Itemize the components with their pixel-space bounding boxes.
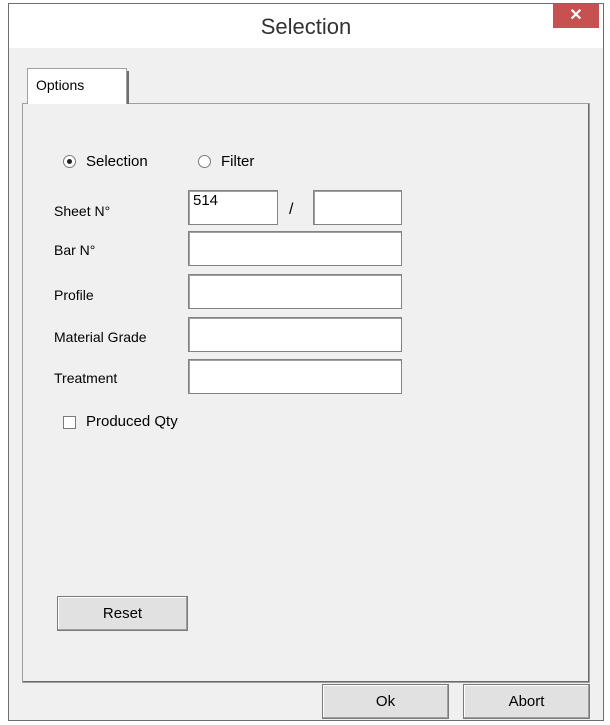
sheet-number-field[interactable]: 514 bbox=[188, 190, 278, 225]
filter-radio[interactable] bbox=[198, 155, 211, 168]
profile-field[interactable] bbox=[188, 274, 402, 309]
produced-qty-checkbox[interactable] bbox=[63, 416, 76, 429]
bar-number-label: Bar N° bbox=[54, 242, 96, 258]
sheet-number-label: Sheet N° bbox=[54, 203, 111, 219]
treatment-label: Treatment bbox=[54, 370, 118, 386]
options-panel: Selection Filter Sheet N° 514 / Bar N° P… bbox=[22, 103, 590, 683]
abort-button[interactable]: Abort bbox=[463, 684, 590, 719]
material-grade-field[interactable] bbox=[188, 317, 402, 352]
tab-options[interactable]: Options bbox=[27, 68, 129, 104]
profile-label: Profile bbox=[54, 287, 94, 303]
reset-button[interactable]: Reset bbox=[57, 596, 188, 631]
selection-radio[interactable] bbox=[63, 155, 76, 168]
selection-dialog: Selection ✕ Options Selection Filter She… bbox=[8, 3, 604, 721]
title-bar[interactable]: Selection ✕ bbox=[9, 4, 603, 48]
selection-radio-label: Selection bbox=[86, 153, 148, 170]
close-icon: ✕ bbox=[569, 7, 583, 24]
treatment-field[interactable] bbox=[188, 359, 402, 394]
ok-button[interactable]: Ok bbox=[322, 684, 449, 719]
close-button[interactable]: ✕ bbox=[553, 4, 599, 28]
sheet-separator: / bbox=[289, 201, 294, 218]
sheet-total-field[interactable] bbox=[313, 190, 402, 225]
tab-options-label: Options bbox=[36, 77, 85, 93]
window-title: Selection bbox=[260, 14, 352, 39]
produced-qty-label: Produced Qty bbox=[86, 413, 178, 430]
material-grade-label: Material Grade bbox=[54, 329, 147, 345]
bar-number-field[interactable] bbox=[188, 231, 402, 266]
filter-radio-label: Filter bbox=[221, 153, 255, 170]
